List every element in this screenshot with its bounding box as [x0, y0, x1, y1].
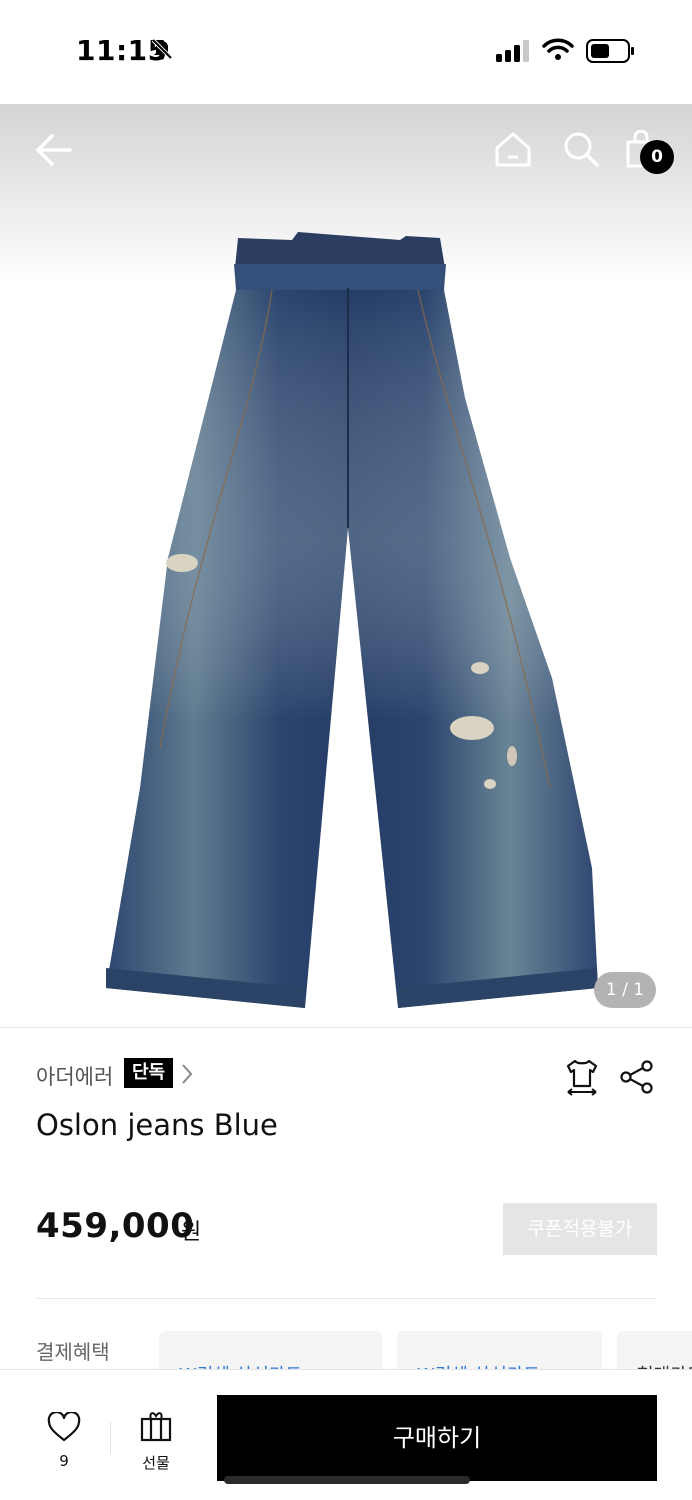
home-indicator	[224, 1476, 470, 1484]
divider	[36, 1298, 656, 1299]
buy-button[interactable]: 구매하기	[217, 1395, 657, 1481]
payment-benefits-label: 결제혜택	[36, 1340, 110, 1364]
share-icon[interactable]	[620, 1060, 654, 1098]
chevron-right-icon[interactable]	[180, 1062, 194, 1090]
cart-count-badge[interactable]: 0	[640, 140, 674, 174]
gift-button[interactable]: 선물	[136, 1410, 176, 1474]
battery-icon	[586, 39, 634, 67]
product-title: Oslon jeans Blue	[36, 1108, 278, 1142]
gift-label: 선물	[142, 1454, 170, 1472]
like-count: 9	[59, 1452, 69, 1470]
home-icon[interactable]	[494, 130, 532, 172]
heart-icon	[47, 1412, 81, 1442]
price-currency: 원	[181, 1220, 202, 1245]
divider	[0, 1027, 692, 1028]
size-fit-icon[interactable]	[564, 1058, 600, 1102]
gift-icon	[140, 1412, 172, 1442]
wifi-icon	[542, 37, 574, 65]
product-image-gallery[interactable]: 0 1 / 1	[0, 104, 692, 1027]
product-photo	[100, 228, 600, 1022]
exclusive-badge: 단독	[124, 1058, 174, 1088]
back-button[interactable]	[34, 132, 74, 168]
like-button[interactable]: 9	[40, 1410, 88, 1474]
search-icon[interactable]	[562, 130, 600, 172]
divider	[110, 1422, 111, 1454]
status-bar: 11:15	[0, 0, 692, 104]
coupon-unavailable-button[interactable]: 쿠폰적용불가	[503, 1203, 657, 1255]
cellular-signal-icon	[496, 40, 532, 66]
bell-muted-icon	[150, 37, 174, 65]
product-price: 459,000	[36, 1206, 195, 1246]
image-counter: 1 / 1	[594, 972, 656, 1008]
brand-link[interactable]: 아더에러	[36, 1061, 113, 1091]
